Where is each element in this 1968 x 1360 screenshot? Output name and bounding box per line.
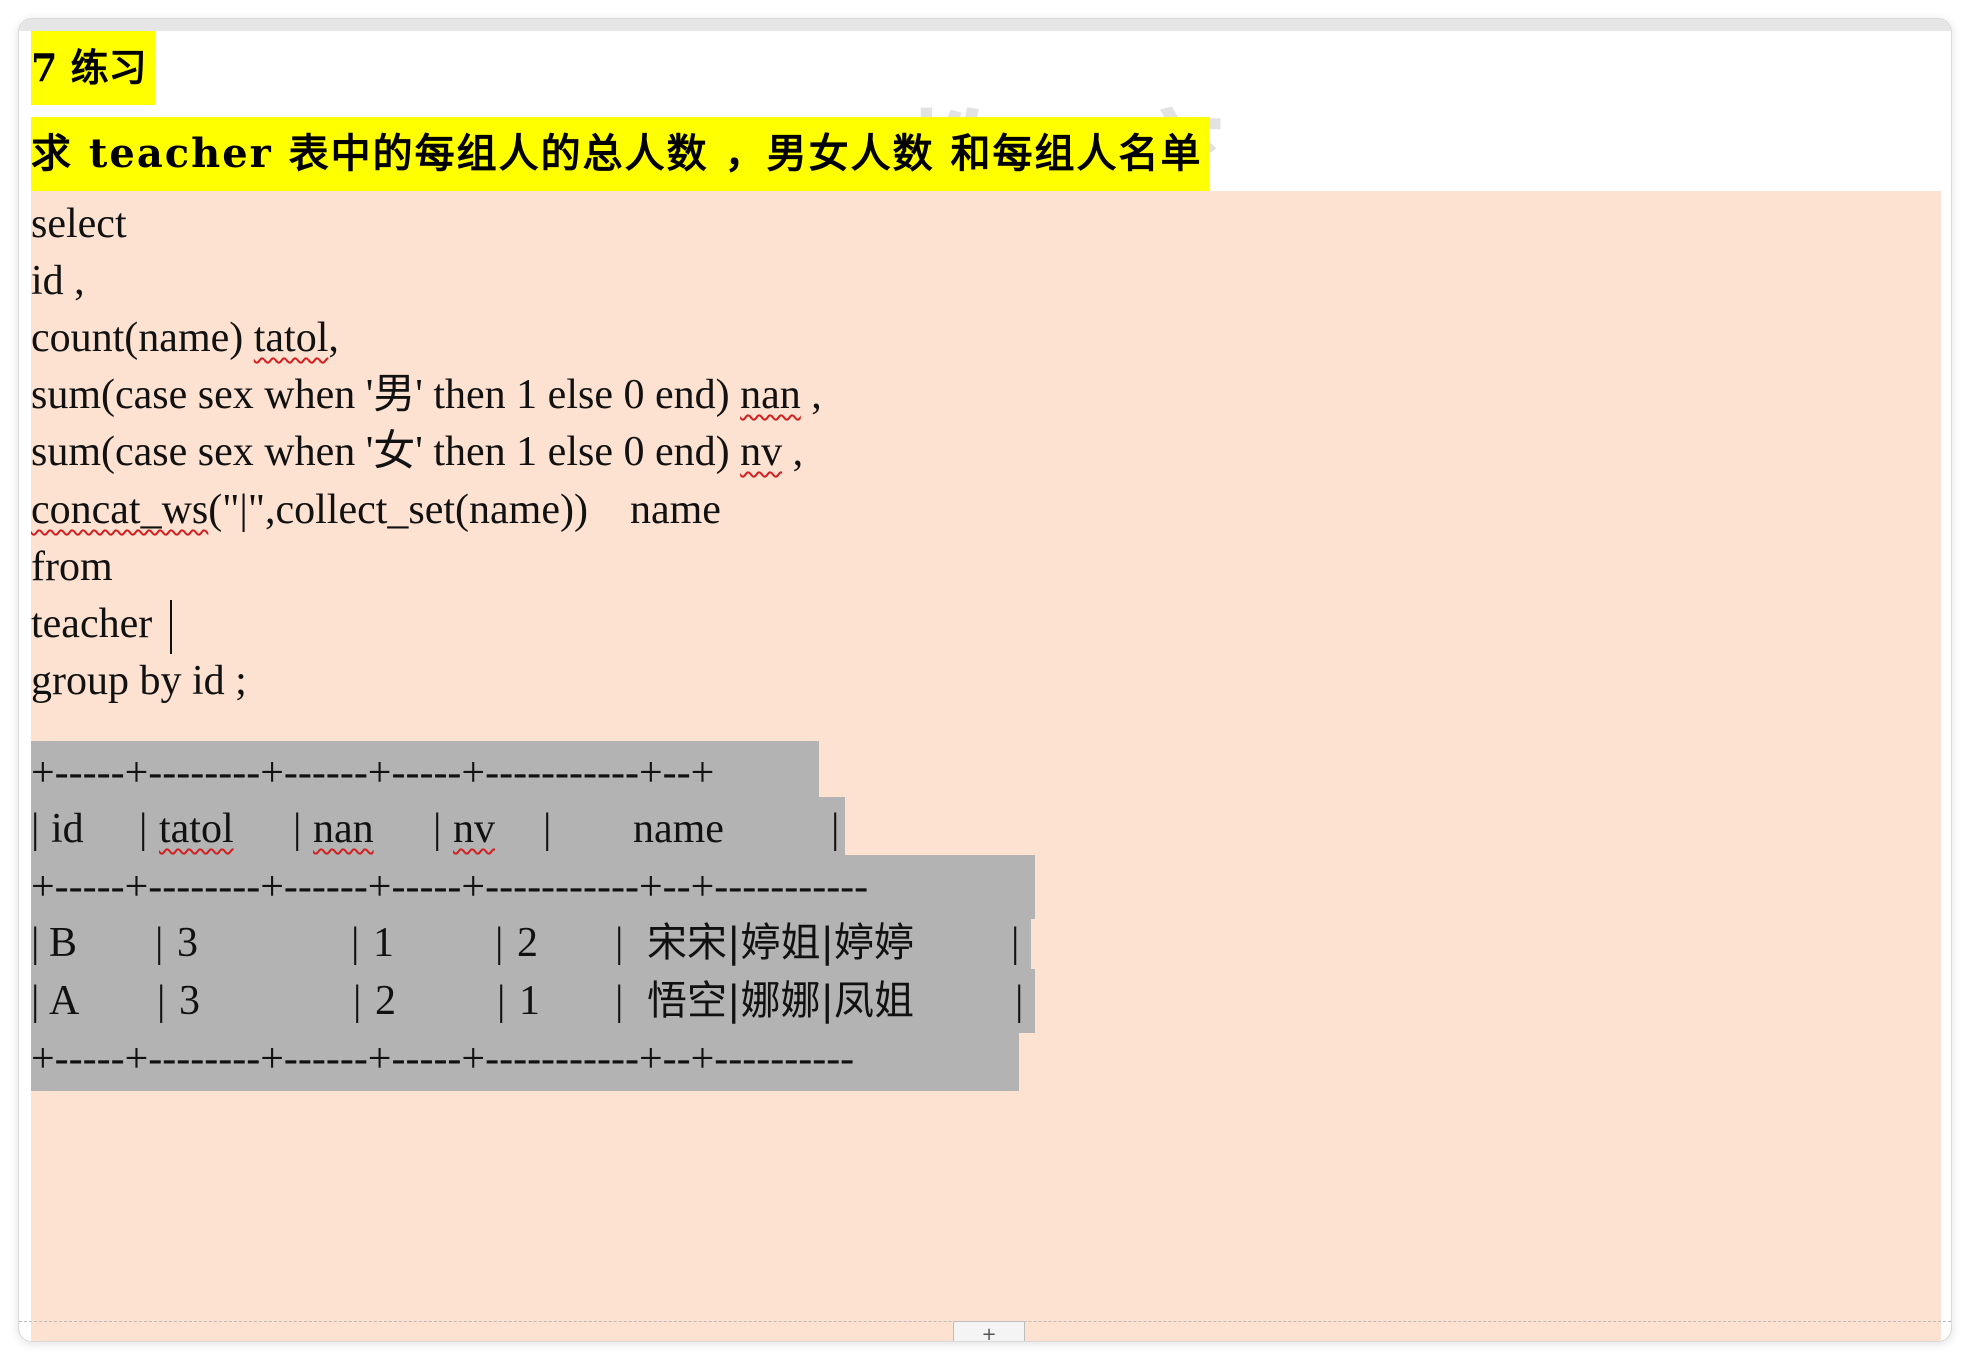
cell-bar: | <box>31 978 40 1024</box>
code-line-group-by: group by id ; <box>31 658 247 704</box>
result-border-top: +-----+--------+------+-----+-----------… <box>31 741 819 805</box>
code-text: ("|",collect_set(name)) name <box>208 487 721 533</box>
cell-tatol: 3 <box>179 978 200 1024</box>
code-text: count(name) <box>31 315 254 361</box>
cell-bar: | <box>353 978 362 1024</box>
header-bar: | <box>139 806 148 852</box>
spelling-flag-nan: nan <box>740 372 801 418</box>
cell-bar: | <box>351 920 360 966</box>
header-id: id <box>51 806 84 852</box>
sql-code-block[interactable]: select id , count(name) tatol, sum(case … <box>31 191 1941 1341</box>
cell-nv: 2 <box>517 920 538 966</box>
spelling-flag-tatol: tatol <box>253 315 329 361</box>
code-line-from: from <box>31 544 113 590</box>
cell-bar: | <box>31 920 40 966</box>
cell-nv: 1 <box>519 978 540 1024</box>
code-text: sum(case sex when '女' then 1 else 0 end) <box>31 429 741 475</box>
border-text: +-----+--------+------+-----+-----------… <box>31 1036 855 1082</box>
cell-name: 宋宋|婷姐|婷婷 <box>647 920 914 966</box>
document-window: 教 育 7 练习 求 teacher 表中的每组人的总人数 ，男女人数 和每组人… <box>18 18 1952 1342</box>
code-line-count: count(name) tatol, <box>31 313 339 363</box>
cell-bar: | <box>157 978 166 1024</box>
section-heading: 7 练习 <box>31 31 155 105</box>
cell-id: A <box>49 978 80 1024</box>
result-border-mid: +-----+--------+------+-----+-----------… <box>31 855 1035 919</box>
header-nv: nv <box>453 806 495 852</box>
cell-bar: | <box>495 920 504 966</box>
code-line-sum-nan: sum(case sex when '男' then 1 else 0 end)… <box>31 370 822 420</box>
header-name: name <box>633 806 724 852</box>
spelling-flag-nv: nv <box>740 429 783 475</box>
add-page-tab[interactable]: + <box>953 1321 1025 1341</box>
border-text: +-----+--------+------+-----+-----------… <box>31 864 869 910</box>
code-line-select: select <box>31 201 127 247</box>
cell-bar: | <box>497 978 506 1024</box>
task-heading: 求 teacher 表中的每组人的总人数 ，男女人数 和每组人名单 <box>31 117 1209 191</box>
cell-tatol: 3 <box>177 920 198 966</box>
cell-nan: 1 <box>373 920 394 966</box>
code-text: sum(case sex when '男' then 1 else 0 end) <box>31 372 741 418</box>
window-top-strip <box>19 19 1951 31</box>
spelling-flag-concat-ws: concat_ws <box>31 487 209 533</box>
result-header-row: | id | tatol | nan | nv | name | <box>31 797 845 861</box>
header-nan: nan <box>313 806 374 852</box>
cell-bar: | <box>1011 920 1020 966</box>
result-row-a: | A | 3 | 2 | 1 | 悟空|娜娜|凤姐 | <box>31 969 1035 1033</box>
cell-id: B <box>49 920 78 966</box>
code-text: teacher <box>31 601 153 647</box>
header-bar: | <box>433 806 442 852</box>
cell-bar: | <box>615 978 624 1024</box>
code-line-teacher: teacher <box>31 599 173 655</box>
header-bar: | <box>31 806 40 852</box>
header-bar: | <box>293 806 302 852</box>
code-line-concat: concat_ws("|",collect_set(name)) name <box>31 485 721 535</box>
header-tatol: tatol <box>159 806 234 852</box>
cell-nan: 2 <box>375 978 396 1024</box>
code-text: , <box>800 372 822 418</box>
cell-bar: | <box>1015 978 1024 1024</box>
cell-bar: | <box>615 920 624 966</box>
header-bar: | <box>543 806 552 852</box>
cell-bar: | <box>155 920 164 966</box>
code-text: , <box>782 429 804 475</box>
text-cursor <box>170 600 173 655</box>
code-text: , <box>328 315 339 361</box>
header-bar: | <box>831 806 840 852</box>
result-border-bottom: +-----+--------+------+-----+-----------… <box>31 1027 1019 1091</box>
cell-name: 悟空|娜娜|凤姐 <box>647 978 914 1024</box>
code-line-sum-nv: sum(case sex when '女' then 1 else 0 end)… <box>31 427 803 477</box>
code-line-id: id , <box>31 258 85 304</box>
result-row-b: | B | 3 | 1 | 2 | 宋宋|婷姐|婷婷 | <box>31 911 1031 975</box>
